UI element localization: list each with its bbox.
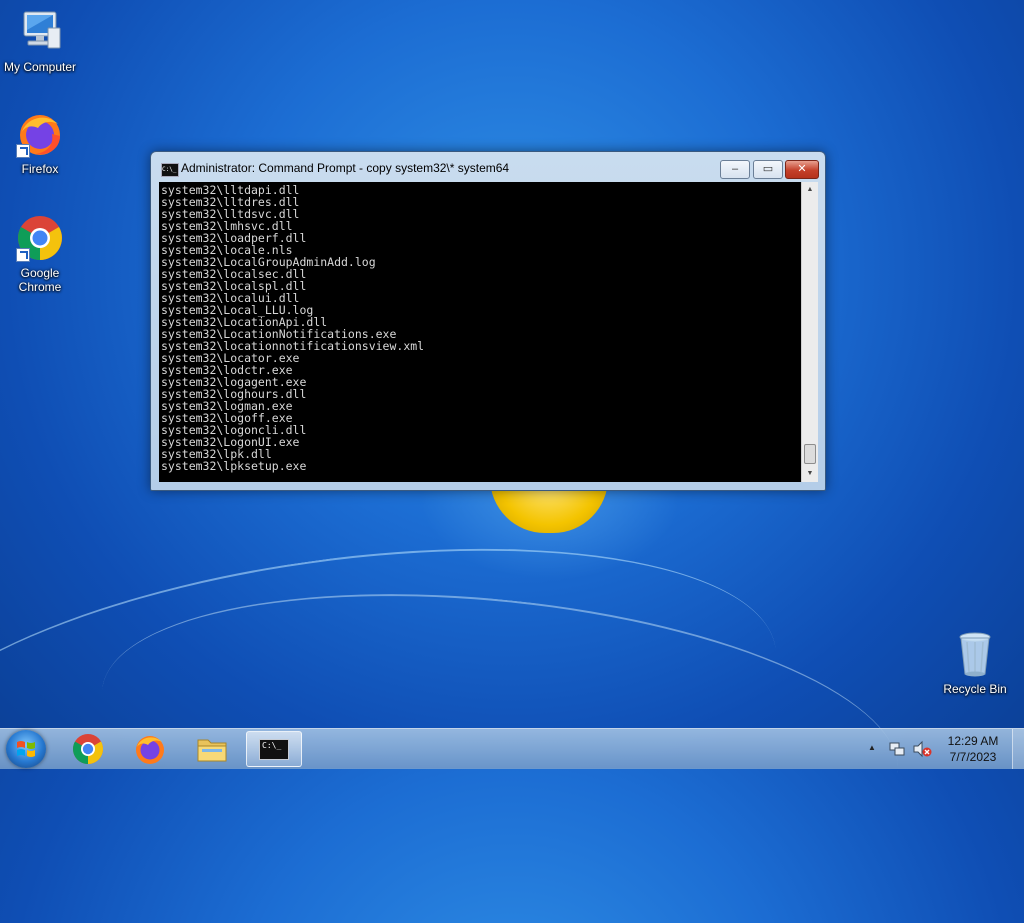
taskbar: C:\_ ▲ 12:29 AM 7/7/2023 bbox=[0, 728, 1024, 769]
window-titlebar[interactable]: C:\_ Administrator: Command Prompt - cop… bbox=[151, 152, 825, 182]
start-button[interactable] bbox=[6, 730, 46, 768]
clock-time: 12:29 AM bbox=[947, 734, 999, 748]
close-button[interactable]: ✕ bbox=[785, 160, 819, 179]
window-title: Administrator: Command Prompt - copy sys… bbox=[181, 161, 510, 175]
desktop-icon-my-computer[interactable]: My Computer bbox=[0, 8, 80, 74]
console-lines: system32\lltdapi.dll system32\lltdres.dl… bbox=[159, 182, 801, 472]
desktop-icon-label: Google Chrome bbox=[18, 266, 62, 294]
console-line: system32\lpksetup.exe bbox=[161, 459, 307, 473]
recycle-bin-icon bbox=[951, 630, 999, 678]
clock-date: 7/7/2023 bbox=[949, 750, 997, 764]
taskbar-firefox-button[interactable] bbox=[122, 731, 178, 767]
computer-icon bbox=[16, 8, 64, 56]
system-tray: ▲ bbox=[862, 729, 942, 769]
maximize-button[interactable]: ▭ bbox=[753, 160, 783, 179]
desktop-icon-recycle-bin[interactable]: Recycle Bin bbox=[935, 630, 1015, 696]
console-icon: C:\_ bbox=[161, 163, 179, 177]
desktop-icon-google-chrome[interactable]: Google Chrome bbox=[0, 214, 80, 294]
console-output[interactable]: system32\lltdapi.dll system32\lltdres.dl… bbox=[159, 182, 801, 482]
taskbar-clock[interactable]: 12:29 AM 7/7/2023 bbox=[940, 733, 1006, 765]
show-hidden-icons-arrow[interactable]: ▲ bbox=[868, 743, 876, 752]
desktop-icon-label: Firefox bbox=[21, 162, 59, 176]
network-icon[interactable] bbox=[888, 740, 906, 758]
scroll-down-arrow-icon[interactable]: ▼ bbox=[802, 466, 818, 482]
firefox-icon bbox=[136, 736, 164, 764]
shortcut-arrow-icon bbox=[16, 144, 30, 158]
taskbar-explorer-button[interactable] bbox=[184, 731, 240, 767]
minimize-button[interactable]: – bbox=[720, 160, 750, 179]
folder-icon bbox=[197, 739, 227, 762]
chrome-icon bbox=[16, 214, 64, 262]
volume-muted-icon[interactable] bbox=[912, 740, 932, 758]
windows-logo-icon bbox=[17, 741, 35, 757]
desktop-icon-firefox[interactable]: Firefox bbox=[0, 110, 80, 176]
desktop-icon-label: Recycle Bin bbox=[943, 682, 1007, 696]
show-desktop-button[interactable] bbox=[1012, 729, 1024, 769]
chrome-icon bbox=[72, 734, 104, 764]
firefox-icon bbox=[16, 110, 64, 158]
command-prompt-window[interactable]: C:\_ Administrator: Command Prompt - cop… bbox=[150, 151, 826, 491]
desktop-icon-label: My Computer bbox=[3, 60, 77, 74]
scrollbar-thumb[interactable] bbox=[804, 444, 816, 464]
scroll-up-arrow-icon[interactable]: ▲ bbox=[802, 182, 818, 198]
shortcut-arrow-icon bbox=[16, 248, 30, 262]
taskbar-chrome-button[interactable] bbox=[60, 731, 116, 767]
taskbar-cmd-button[interactable]: C:\_ bbox=[246, 731, 302, 767]
console-icon: C:\_ bbox=[259, 739, 289, 760]
vertical-scrollbar[interactable]: ▲ ▼ bbox=[801, 182, 818, 482]
